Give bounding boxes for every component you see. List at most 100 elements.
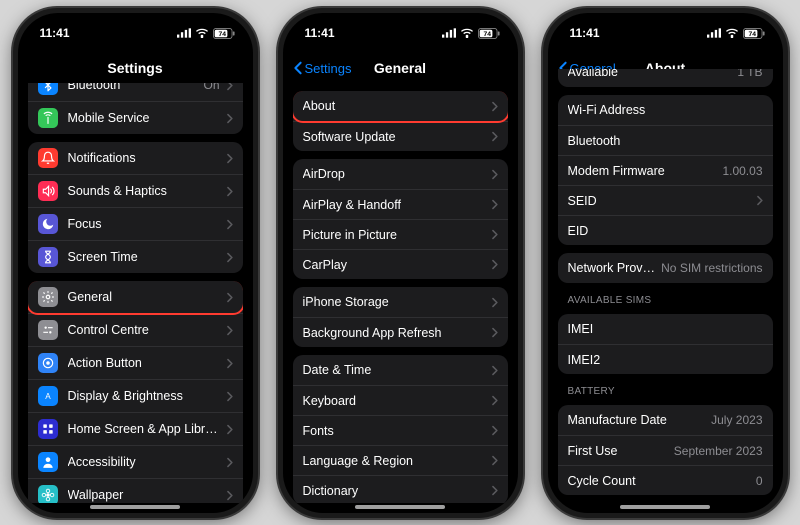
- svg-text:A: A: [45, 392, 51, 401]
- row-label: Modem Firmware: [568, 164, 717, 178]
- row-home-screen-app-library[interactable]: Home Screen & App Library: [28, 412, 243, 445]
- row-label: Action Button: [68, 356, 220, 370]
- row-label: SEID: [568, 194, 750, 208]
- wifi-icon: [195, 28, 209, 38]
- signal-icon: [442, 28, 456, 38]
- row-date-time[interactable]: Date & Time: [293, 355, 508, 385]
- row-iphone-storage[interactable]: iPhone Storage: [293, 287, 508, 317]
- row-dictionary[interactable]: Dictionary: [293, 475, 508, 503]
- row-label: Manufacture Date: [568, 413, 706, 427]
- settings-group: Notifications Sounds & Haptics Focus Scr…: [28, 142, 243, 273]
- settings-group: Manufacture Date July 2023 First Use Sep…: [558, 405, 773, 495]
- nav-bar: Settings General: [283, 53, 518, 83]
- row-label: IMEI: [568, 322, 763, 336]
- row-eid[interactable]: EID: [558, 215, 773, 245]
- row-label: Picture in Picture: [303, 228, 485, 242]
- row-imei2[interactable]: IMEI2: [558, 344, 773, 374]
- signal-icon: [177, 28, 191, 38]
- row-label: Mobile Service: [68, 111, 220, 125]
- row-label: Dictionary: [303, 484, 485, 498]
- signal-icon: [707, 28, 721, 38]
- clock: 11:41: [570, 26, 600, 40]
- row-cycle-count[interactable]: Cycle Count 0: [558, 465, 773, 495]
- row-label: Language & Region: [303, 454, 485, 468]
- row-focus[interactable]: Focus: [28, 207, 243, 240]
- row-label: Software Update: [303, 130, 485, 144]
- settings-group: AirDrop AirPlay & Handoff Picture in Pic…: [293, 159, 508, 279]
- chevron-right-icon: [226, 252, 233, 263]
- row-seid[interactable]: SEID: [558, 185, 773, 215]
- person-icon: [38, 452, 58, 472]
- row-fonts[interactable]: Fonts: [293, 415, 508, 445]
- wifi-icon: [725, 28, 739, 38]
- row-airdrop[interactable]: AirDrop: [293, 159, 508, 189]
- section-header: AVAILABLE SIMS: [568, 295, 763, 306]
- settings-group: Date & Time Keyboard Fonts Language & Re…: [293, 355, 508, 503]
- chevron-right-icon: [226, 325, 233, 336]
- row-carplay[interactable]: CarPlay: [293, 249, 508, 279]
- row-value: No SIM restrictions: [661, 261, 762, 275]
- row-about[interactable]: About: [293, 91, 508, 121]
- chevron-right-icon: [491, 101, 498, 112]
- row-background-app-refresh[interactable]: Background App Refresh: [293, 317, 508, 347]
- dynamic-island: [359, 21, 441, 45]
- home-indicator: [90, 505, 180, 509]
- chevron-right-icon: [226, 113, 233, 124]
- chevron-right-icon: [226, 424, 233, 435]
- row-sounds-haptics[interactable]: Sounds & Haptics: [28, 174, 243, 207]
- phone-about: 11:41 74 General About Available 1 TB Wi…: [543, 8, 788, 518]
- moon-icon: [38, 214, 58, 234]
- row-network-provider-lock[interactable]: Network Provider Lock No SIM restriction…: [558, 253, 773, 283]
- row-keyboard[interactable]: Keyboard: [293, 385, 508, 415]
- row-mobile-service[interactable]: Mobile Service: [28, 101, 243, 134]
- row-manufacture-date[interactable]: Manufacture Date July 2023: [558, 405, 773, 435]
- row-display-brightness[interactable]: A Display & Brightness: [28, 379, 243, 412]
- row-label: Keyboard: [303, 394, 485, 408]
- chevron-right-icon: [226, 153, 233, 164]
- row-label: iPhone Storage: [303, 295, 485, 309]
- row-bluetooth[interactable]: Bluetooth: [558, 125, 773, 155]
- row-available[interactable]: Available 1 TB: [558, 69, 773, 87]
- settings-group: General Control Centre Action Button A D…: [28, 281, 243, 503]
- row-label: First Use: [568, 444, 668, 458]
- row-label: Fonts: [303, 424, 485, 438]
- row-picture-in-picture[interactable]: Picture in Picture: [293, 219, 508, 249]
- row-action-button[interactable]: Action Button: [28, 346, 243, 379]
- svg-text:74: 74: [748, 31, 756, 38]
- row-label: IMEI2: [568, 353, 763, 367]
- chevron-right-icon: [491, 199, 498, 210]
- row-first-use[interactable]: First Use September 2023: [558, 435, 773, 465]
- row-accessibility[interactable]: Accessibility: [28, 445, 243, 478]
- row-imei[interactable]: IMEI: [558, 314, 773, 344]
- row-software-update[interactable]: Software Update: [293, 121, 508, 151]
- row-value: July 2023: [711, 413, 762, 427]
- row-modem-firmware[interactable]: Modem Firmware 1.00.03: [558, 155, 773, 185]
- row-wallpaper[interactable]: Wallpaper: [28, 478, 243, 503]
- row-airplay-handoff[interactable]: AirPlay & Handoff: [293, 189, 508, 219]
- row-control-centre[interactable]: Control Centre: [28, 313, 243, 346]
- row-language-region[interactable]: Language & Region: [293, 445, 508, 475]
- row-label: AirPlay & Handoff: [303, 198, 485, 212]
- row-label: Bluetooth: [568, 134, 763, 148]
- row-label: General: [68, 290, 220, 304]
- settings-group: Wi-Fi Address Bluetooth Modem Firmware 1…: [558, 95, 773, 245]
- bluetooth-icon: [38, 83, 58, 95]
- settings-group: IMEI IMEI2: [558, 314, 773, 374]
- row-bluetooth[interactable]: Bluetooth On: [28, 83, 243, 101]
- antenna-icon: [38, 108, 58, 128]
- chevron-right-icon: [491, 365, 498, 376]
- row-general[interactable]: General: [28, 281, 243, 313]
- row-label: Date & Time: [303, 363, 485, 377]
- back-button[interactable]: Settings: [293, 61, 352, 76]
- svg-text:74: 74: [218, 31, 226, 38]
- row-screen-time[interactable]: Screen Time: [28, 240, 243, 273]
- chevron-right-icon: [491, 169, 498, 180]
- row-value: September 2023: [674, 444, 763, 458]
- battery-icon: 74: [478, 28, 500, 39]
- row-wi-fi-address[interactable]: Wi-Fi Address: [558, 95, 773, 125]
- row-value: 1 TB: [737, 69, 762, 79]
- row-label: Home Screen & App Library: [68, 422, 220, 436]
- dynamic-island: [94, 21, 176, 45]
- chevron-right-icon: [491, 485, 498, 496]
- row-notifications[interactable]: Notifications: [28, 142, 243, 174]
